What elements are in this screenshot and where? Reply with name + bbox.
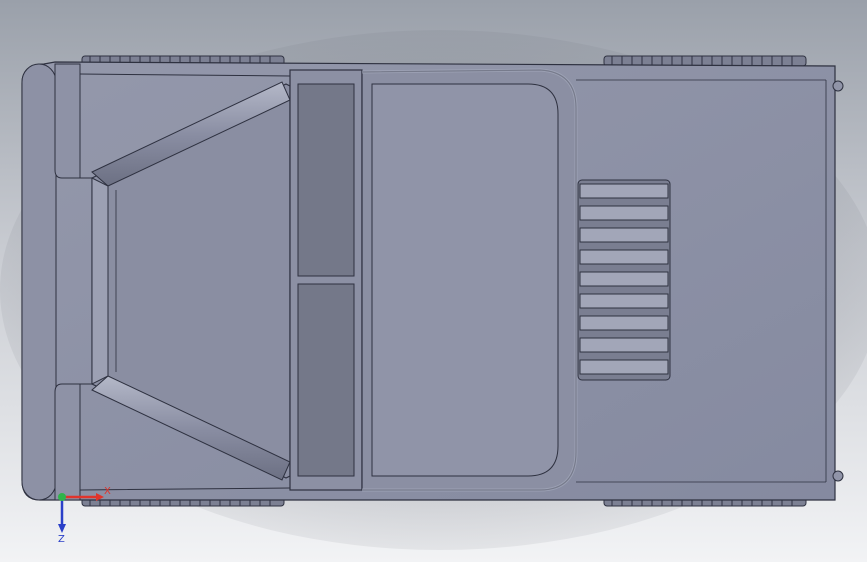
- triad-x-label: X: [104, 486, 111, 497]
- grille: [577, 179, 671, 381]
- hood-panel: [371, 83, 559, 477]
- windshield-pane-top: [297, 83, 355, 277]
- windshield-pane-bottom: [297, 283, 355, 477]
- rear-post-top: [832, 80, 844, 92]
- jeep-model-top-view[interactable]: X Z: [0, 0, 867, 562]
- triad-z-arrow: [58, 524, 66, 533]
- triad-z-label: Z: [58, 534, 65, 545]
- roll-bar-front: [91, 177, 109, 385]
- graphics-viewport[interactable]: X Z: [0, 0, 867, 562]
- triad-origin-y: [58, 493, 66, 501]
- front-bumper: [21, 63, 57, 501]
- rear-post-bottom: [832, 470, 844, 482]
